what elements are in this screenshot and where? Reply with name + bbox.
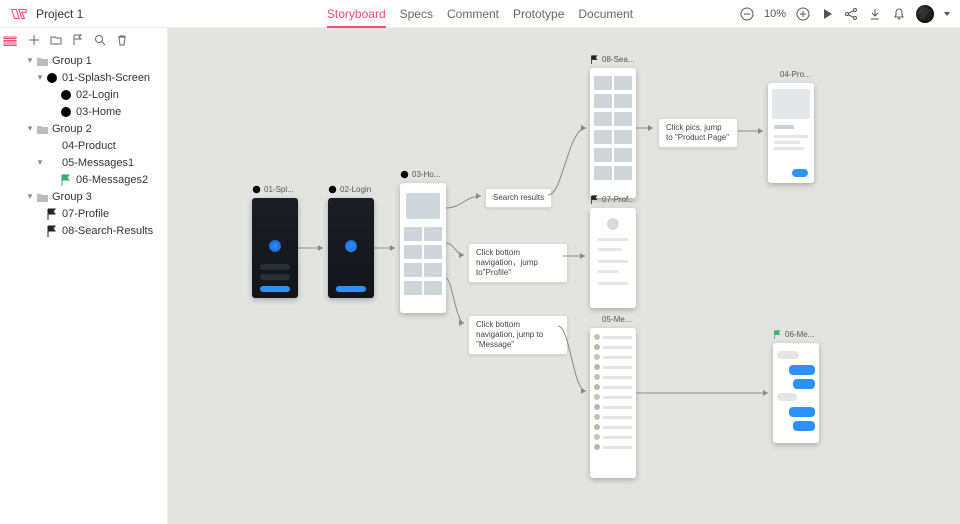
play-button[interactable] (820, 7, 834, 21)
frame-login[interactable]: 02-Login (328, 198, 374, 298)
tree-profile[interactable]: 07-Profile (20, 205, 167, 222)
connector (636, 123, 658, 133)
note-search-results[interactable]: Search results (485, 188, 552, 208)
half-icon (768, 70, 777, 79)
frame-messages2[interactable]: 06-Me... (773, 343, 819, 443)
connector (446, 278, 468, 328)
search-button[interactable] (94, 34, 106, 46)
connector (563, 251, 590, 261)
zoom-in-button[interactable] (796, 7, 810, 21)
storyboard-canvas[interactable]: 01-Spl... 02-Login 03-Ho... 08-Sea... (168, 28, 960, 524)
left-rail (0, 28, 20, 524)
tree-messages2[interactable]: 06-Messages2 (20, 171, 167, 188)
avatar[interactable] (916, 5, 934, 23)
tab-prototype[interactable]: Prototype (513, 0, 564, 28)
tree-home[interactable]: 03-Home (20, 103, 167, 120)
connector (738, 126, 768, 136)
flag-icon (590, 55, 599, 64)
connector (548, 123, 590, 198)
app-logo[interactable] (10, 7, 28, 21)
frame-product[interactable]: 04-Pro... (768, 83, 814, 183)
tab-comment[interactable]: Comment (447, 0, 499, 28)
connector (298, 243, 328, 253)
tab-specs[interactable]: Specs (400, 0, 433, 28)
project-title[interactable]: Project 1 (36, 7, 83, 21)
frame-profile[interactable]: 07-Prof... (590, 208, 636, 308)
sidebar: ▾Group 1 ▾01-Splash-Screen 02-Login 03-H… (20, 28, 168, 524)
connector (636, 388, 773, 398)
check-icon (400, 170, 409, 179)
top-tabs: Storyboard Specs Comment Prototype Docum… (327, 0, 633, 27)
note-to-profile[interactable]: Click bottom navigation，jump to"Profile" (468, 243, 568, 283)
note-to-product[interactable]: Click pics, jump to "Product Page" (658, 118, 738, 148)
new-folder-button[interactable] (50, 34, 62, 46)
zoom-level: 10% (764, 8, 786, 20)
check-icon (252, 185, 261, 194)
connector (374, 243, 400, 253)
frame-home[interactable]: 03-Ho... (400, 183, 446, 313)
rail-storyboard-icon[interactable] (3, 34, 17, 48)
add-button[interactable] (28, 34, 40, 46)
connector (558, 323, 590, 398)
tree-search-results[interactable]: 08-Search-Results (20, 222, 167, 239)
tree-product[interactable]: 04-Product (20, 137, 167, 154)
frame-search-results[interactable]: 08-Sea... (590, 68, 636, 198)
page-tree: ▾Group 1 ▾01-Splash-Screen 02-Login 03-H… (20, 52, 167, 239)
sidebar-toolbar (20, 32, 167, 52)
download-button[interactable] (868, 7, 882, 21)
note-to-message[interactable]: Click bottom navigation, jump to "Messag… (468, 315, 568, 355)
connector (446, 193, 486, 213)
flag-button[interactable] (72, 34, 84, 46)
frame-splash[interactable]: 01-Spl... (252, 198, 298, 298)
header: Project 1 Storyboard Specs Comment Proto… (0, 0, 960, 28)
tab-document[interactable]: Document (578, 0, 633, 28)
delete-button[interactable] (116, 34, 128, 46)
share-button[interactable] (844, 7, 858, 21)
zoom-out-button[interactable] (740, 7, 754, 21)
tree-group-3[interactable]: ▾Group 3 (20, 188, 167, 205)
connector (446, 243, 468, 263)
tree-login[interactable]: 02-Login (20, 86, 167, 103)
tree-group-1[interactable]: ▾Group 1 (20, 52, 167, 69)
flag-icon (590, 195, 599, 204)
frame-messages[interactable]: 05-Me... (590, 328, 636, 478)
tree-splash-screen[interactable]: ▾01-Splash-Screen (20, 69, 167, 86)
half-icon (590, 315, 599, 324)
tab-storyboard[interactable]: Storyboard (327, 0, 386, 28)
check-icon (328, 185, 337, 194)
flag-icon (773, 330, 782, 339)
notifications-button[interactable] (892, 7, 906, 21)
tree-messages1[interactable]: ▾05-Messages1 (20, 154, 167, 171)
account-menu-caret-icon[interactable] (944, 12, 950, 16)
tree-group-2[interactable]: ▾Group 2 (20, 120, 167, 137)
